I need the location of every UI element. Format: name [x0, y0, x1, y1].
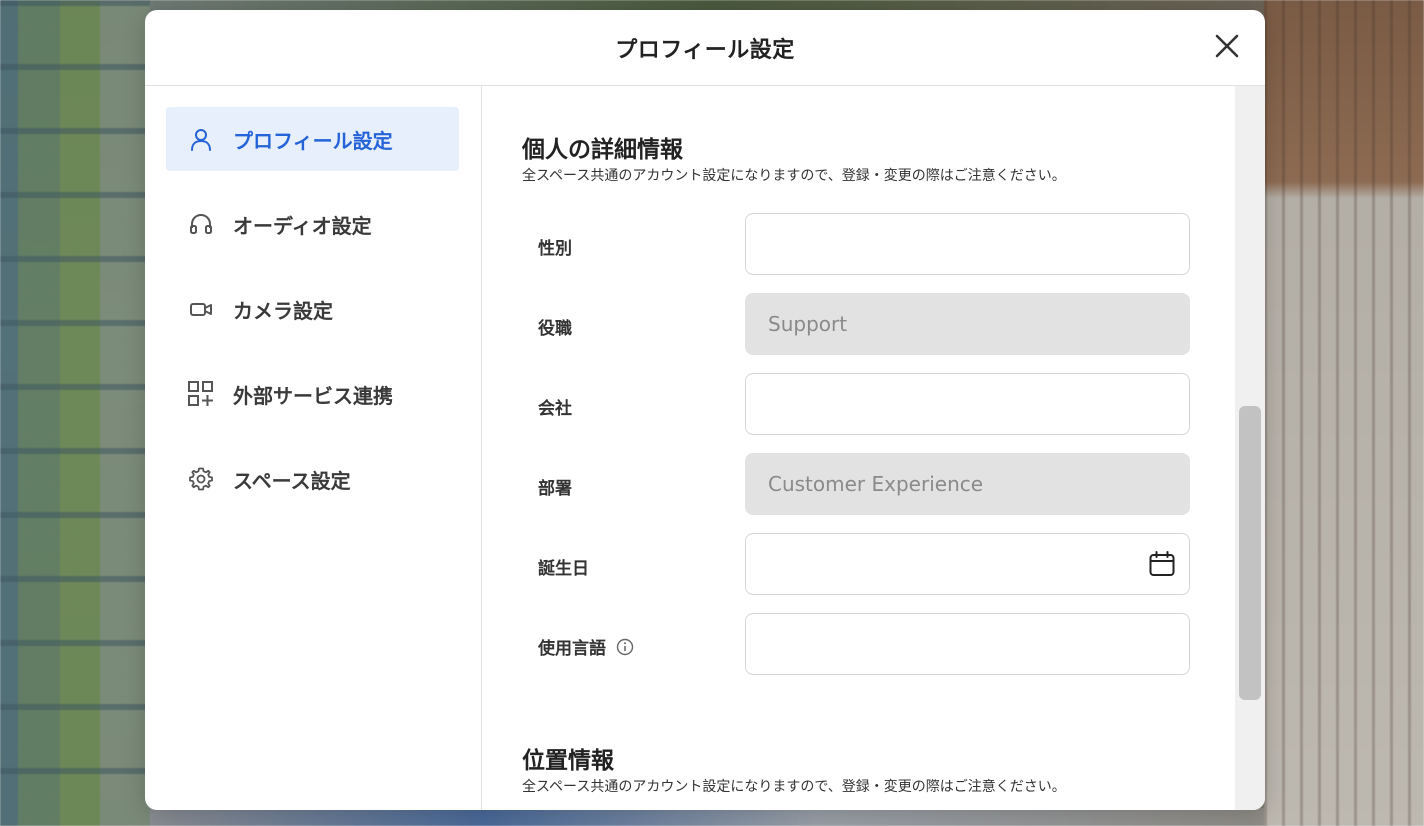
headphones-icon [187, 210, 215, 238]
gender-field[interactable] [745, 213, 1190, 275]
sidebar-item-audio-settings[interactable]: オーディオ設定 [166, 192, 459, 256]
modal-title: プロフィール設定 [615, 37, 795, 63]
background-right [1264, 0, 1424, 826]
company-field[interactable] [745, 373, 1190, 435]
department-label: 部署 [538, 479, 572, 499]
sidebar-item-camera-settings[interactable]: カメラ設定 [166, 277, 459, 341]
settings-content[interactable]: 個人の詳細情報 全スペース共通のアカウント設定になりますので、登録・変更の際はご… [482, 86, 1235, 810]
sidebar-item-space-settings[interactable]: スペース設定 [166, 447, 459, 511]
gear-icon [187, 465, 215, 493]
background-bottom [150, 808, 1264, 826]
content-scrollbar[interactable] [1235, 86, 1265, 810]
apps-add-icon [187, 380, 215, 408]
sidebar-item-label: 外部サービス連携 [233, 383, 393, 408]
gender-label: 性別 [538, 239, 572, 259]
close-button[interactable] [1211, 30, 1243, 62]
job-title-label: 役職 [538, 319, 572, 339]
calendar-icon [1149, 551, 1175, 576]
video-camera-icon [187, 295, 215, 323]
close-icon [1215, 34, 1239, 58]
settings-sidebar: プロフィール設定 オーディオ設定 カメラ設定 外部サービス連携 スペース設定 [145, 86, 482, 810]
personal-details-description: 全スペース共通のアカウント設定になりますので、登録・変更の際はご注意ください。 [522, 168, 1066, 184]
scrollbar-thumb[interactable] [1239, 406, 1261, 700]
job-title-field [745, 293, 1190, 355]
birthday-label: 誕生日 [538, 559, 589, 579]
modal-header: プロフィール設定 [145, 10, 1265, 86]
sidebar-item-label: カメラ設定 [233, 298, 333, 323]
sidebar-item-profile-settings[interactable]: プロフィール設定 [166, 107, 459, 171]
department-field [745, 453, 1190, 515]
language-label-row: 使用言語 [538, 634, 634, 659]
company-label: 会社 [538, 399, 572, 419]
calendar-button[interactable] [1145, 547, 1179, 581]
info-icon[interactable] [616, 638, 634, 656]
language-label: 使用言語 [538, 639, 606, 659]
birthday-field[interactable] [745, 533, 1190, 595]
language-field[interactable] [745, 613, 1190, 675]
personal-details-title: 個人の詳細情報 [522, 137, 683, 163]
user-icon [187, 125, 215, 153]
sidebar-item-label: オーディオ設定 [233, 213, 372, 238]
sidebar-item-label: プロフィール設定 [233, 128, 393, 153]
profile-settings-modal: プロフィール設定 プロフィール設定 オーディオ設定 カメラ設定 外部サービス連携… [145, 10, 1265, 810]
sidebar-item-label: スペース設定 [233, 468, 351, 493]
background-left [0, 0, 150, 826]
location-description: 全スペース共通のアカウント設定になりますので、登録・変更の際はご注意ください。 [522, 779, 1066, 795]
sidebar-item-external-services[interactable]: 外部サービス連携 [166, 362, 459, 426]
location-title: 位置情報 [522, 748, 614, 774]
